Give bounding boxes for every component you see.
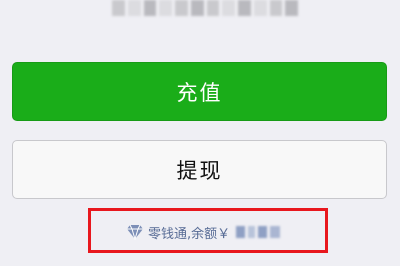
withdraw-button[interactable]: 提现	[12, 140, 387, 199]
balance-amount-masked	[236, 226, 281, 238]
recharge-button[interactable]: 充值	[12, 62, 387, 121]
blurred-header-text	[112, 0, 298, 22]
lingqiantong-balance-link[interactable]: 零钱通,余额￥	[126, 222, 281, 242]
diamond-icon	[126, 224, 144, 240]
wallet-page: 充值 提现 零钱通,余额￥	[0, 0, 400, 266]
balance-label: 零钱通,余额￥	[148, 226, 231, 242]
